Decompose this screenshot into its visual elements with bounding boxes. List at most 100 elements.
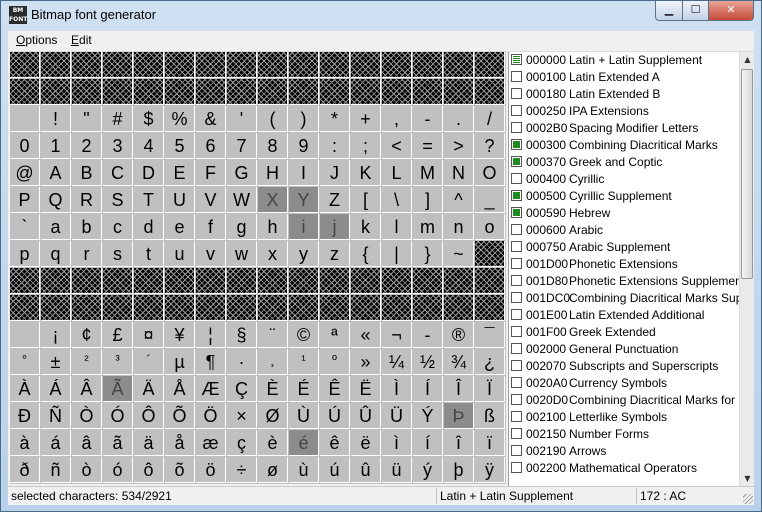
char-cell[interactable]: Þ	[444, 403, 474, 429]
char-cell-undefined[interactable]	[227, 295, 257, 321]
char-cell[interactable]: ã	[103, 430, 133, 456]
char-cell-undefined[interactable]	[72, 79, 102, 105]
char-cell-undefined[interactable]	[10, 52, 40, 78]
char-cell-undefined[interactable]	[41, 295, 71, 321]
char-cell[interactable]: ©	[289, 322, 319, 348]
subset-row[interactable]: 002200 Mathematical Operators	[509, 460, 739, 477]
char-cell[interactable]: Î	[444, 376, 474, 402]
char-cell-undefined[interactable]	[72, 295, 102, 321]
char-cell[interactable]: )	[289, 106, 319, 132]
char-cell[interactable]: J	[320, 160, 350, 186]
char-cell-undefined[interactable]	[165, 295, 195, 321]
char-cell[interactable]: Â	[72, 376, 102, 402]
char-cell[interactable]: ½	[413, 349, 443, 375]
char-cell[interactable]: è	[258, 430, 288, 456]
char-cell[interactable]: ±	[41, 349, 71, 375]
char-cell[interactable]: t	[134, 241, 164, 267]
char-cell-undefined[interactable]	[258, 268, 288, 294]
char-cell-undefined[interactable]	[413, 79, 443, 105]
char-cell-undefined[interactable]	[103, 79, 133, 105]
scroll-up-icon[interactable]: ▲	[740, 52, 755, 68]
char-cell[interactable]: Q	[41, 187, 71, 213]
subset-checkbox[interactable]	[511, 241, 522, 252]
subset-row[interactable]: 000590 Hebrew	[509, 205, 739, 222]
char-cell[interactable]: ì	[382, 430, 412, 456]
subset-row[interactable]: 000250 IPA Extensions	[509, 103, 739, 120]
subset-list-scrollbar[interactable]: ▲ ▼	[739, 52, 754, 487]
char-cell[interactable]: ¬	[382, 322, 412, 348]
subset-checkbox[interactable]	[511, 156, 522, 167]
char-cell[interactable]: ô	[134, 457, 164, 483]
subset-row[interactable]: 000370 Greek and Coptic	[509, 154, 739, 171]
char-cell[interactable]: o	[475, 214, 505, 240]
subset-row[interactable]: 002190 Arrows	[509, 443, 739, 460]
char-cell[interactable]: ?	[475, 133, 505, 159]
char-cell-undefined[interactable]	[444, 52, 474, 78]
char-cell[interactable]: ò	[72, 457, 102, 483]
char-cell[interactable]: 4	[134, 133, 164, 159]
subset-row[interactable]: 0020D0Combining Diacritical Marks for Sy…	[509, 392, 739, 409]
char-cell[interactable]: |	[382, 241, 412, 267]
resize-grip-icon[interactable]	[743, 494, 753, 504]
char-cell[interactable]: ë	[351, 430, 381, 456]
char-cell[interactable]: <	[382, 133, 412, 159]
subset-row[interactable]: 002150 Number Forms	[509, 426, 739, 443]
char-cell[interactable]: 6	[196, 133, 226, 159]
char-cell[interactable]: ×	[227, 403, 257, 429]
char-cell[interactable]: ¤	[134, 322, 164, 348]
char-cell[interactable]: E	[165, 160, 195, 186]
char-cell[interactable]: m	[413, 214, 443, 240]
char-cell-undefined[interactable]	[134, 268, 164, 294]
char-cell[interactable]: «	[351, 322, 381, 348]
char-cell-undefined[interactable]	[444, 268, 474, 294]
char-cell-undefined[interactable]	[351, 52, 381, 78]
char-cell[interactable]: 2	[72, 133, 102, 159]
char-cell[interactable]: f	[196, 214, 226, 240]
char-cell[interactable]: ¥	[165, 322, 195, 348]
char-cell[interactable]: c	[103, 214, 133, 240]
char-cell-undefined[interactable]	[258, 295, 288, 321]
char-cell[interactable]: K	[351, 160, 381, 186]
char-cell-undefined[interactable]	[351, 79, 381, 105]
char-cell-undefined[interactable]	[103, 268, 133, 294]
char-cell[interactable]: _	[475, 187, 505, 213]
subset-checkbox[interactable]	[511, 275, 522, 286]
char-cell[interactable]: Ã	[103, 376, 133, 402]
subset-checkbox[interactable]	[511, 190, 522, 201]
char-cell[interactable]: W	[227, 187, 257, 213]
char-cell[interactable]: Ý	[413, 403, 443, 429]
char-cell[interactable]: ´	[134, 349, 164, 375]
char-cell[interactable]: £	[103, 322, 133, 348]
char-cell[interactable]: B	[72, 160, 102, 186]
char-cell[interactable]: a	[41, 214, 71, 240]
subset-row[interactable]: 000180 Latin Extended B	[509, 86, 739, 103]
subset-checkbox[interactable]	[511, 394, 522, 405]
char-cell[interactable]: F	[196, 160, 226, 186]
char-cell-undefined[interactable]	[444, 79, 474, 105]
char-cell[interactable]: ä	[134, 430, 164, 456]
char-cell-undefined[interactable]	[320, 295, 350, 321]
char-cell[interactable]: y	[289, 241, 319, 267]
char-cell[interactable]: #	[103, 106, 133, 132]
char-cell[interactable]: v	[196, 241, 226, 267]
char-cell[interactable]: æ	[196, 430, 226, 456]
char-cell[interactable]: (	[258, 106, 288, 132]
subset-checkbox[interactable]	[511, 258, 522, 269]
menu-edit[interactable]: Edit	[71, 33, 92, 47]
char-cell[interactable]	[10, 322, 40, 348]
char-cell[interactable]: M	[413, 160, 443, 186]
char-cell[interactable]: 5	[165, 133, 195, 159]
char-cell[interactable]: ®	[444, 322, 474, 348]
char-cell[interactable]: k	[351, 214, 381, 240]
char-cell-undefined[interactable]	[196, 268, 226, 294]
char-cell[interactable]: ¯	[475, 322, 505, 348]
char-cell[interactable]: }	[413, 241, 443, 267]
char-cell[interactable]: x	[258, 241, 288, 267]
char-cell[interactable]: L	[382, 160, 412, 186]
char-cell[interactable]: À	[10, 376, 40, 402]
subset-checkbox[interactable]	[511, 445, 522, 456]
subset-row[interactable]: 001E00 Latin Extended Additional	[509, 307, 739, 324]
char-cell[interactable]: Õ	[165, 403, 195, 429]
char-cell[interactable]: î	[444, 430, 474, 456]
char-cell[interactable]: 8	[258, 133, 288, 159]
